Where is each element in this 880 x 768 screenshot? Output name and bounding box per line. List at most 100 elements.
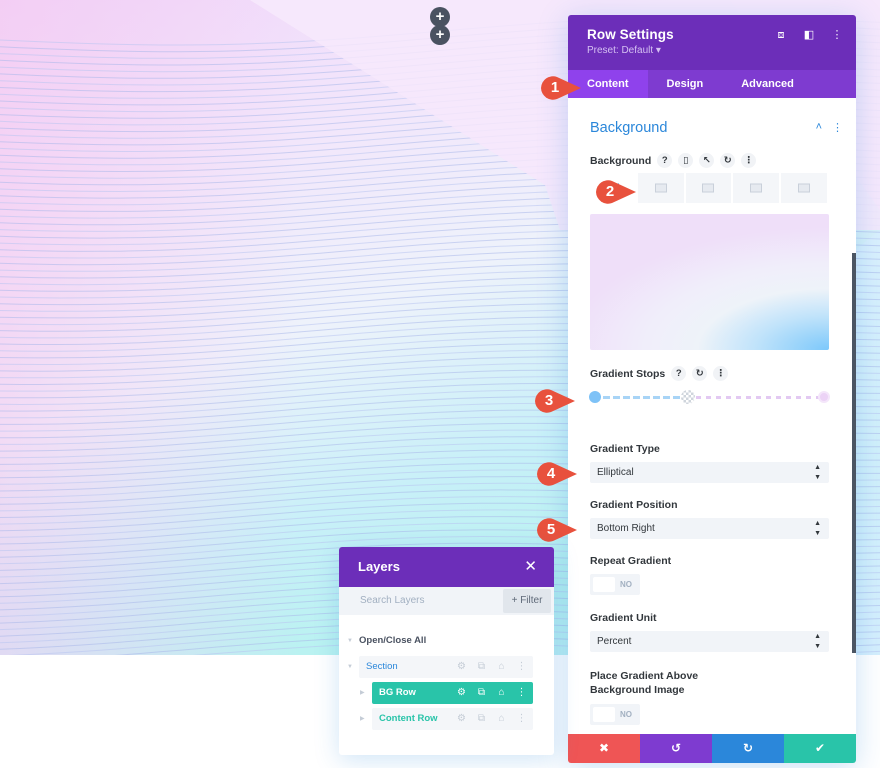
mobile-icon[interactable]: ▯ [678,153,694,168]
more-icon[interactable]: ⋮ [516,708,527,730]
place-gradient-above-toggle[interactable]: NO [590,704,640,725]
layers-title: Layers [358,559,400,574]
layer-item-bg-row[interactable]: ▶ BG Row ⚙ ⧉ ⌂ ⋮ [339,682,554,704]
gradient-stop-end[interactable] [818,391,830,403]
layer-box: BG Row ⚙ ⧉ ⌂ ⋮ [372,682,533,704]
background-label: Background [590,154,652,167]
bg-tab-pattern[interactable] [733,173,782,203]
gradient-type-label: Gradient Type [590,443,660,455]
image-icon [654,183,667,193]
more-icon[interactable]: ⋮ [741,153,757,168]
layer-name: Section [366,661,398,672]
tab-advanced[interactable]: Advanced [722,70,813,98]
bg-tab-mask[interactable] [781,173,829,203]
more-icon[interactable]: ⋮ [516,682,527,704]
mask-icon [798,183,811,193]
settings-header: Row Settings Preset: Default ▾ ⧈ ◧ ⋮ [568,15,856,70]
add-section-button[interactable]: + [430,7,450,27]
label-line-1: Place Gradient Above [590,670,699,682]
delete-icon[interactable]: ⌂ [496,682,507,704]
select-arrows-icon: ▲ ▼ [814,633,821,650]
toggle-knob [593,577,615,592]
callout-badge-5: 5 [533,516,577,544]
reset-icon[interactable]: ↻ [692,366,708,381]
gradient-stops-slider[interactable] [589,389,830,405]
open-close-all-label: Open/Close All [359,635,427,646]
panel-scrollbar[interactable] [852,253,856,653]
select-arrows-icon: ▲ ▼ [814,464,821,481]
toggle-state: NO [620,710,632,719]
expand-icon[interactable]: ⧈ [774,28,788,42]
gradient-position-select[interactable]: Bottom Right ▲ ▼ [590,518,829,539]
help-icon[interactable]: ? [671,366,687,381]
save-button[interactable]: ✔ [784,734,856,763]
duplicate-icon[interactable]: ⧉ [476,708,487,730]
collapse-icon[interactable]: ˄ [816,121,822,134]
settings-footer: ✖ ↺ ↻ ✔ [568,734,856,763]
layer-item-section[interactable]: ▼ Section ⚙ ⧉ ⌂ ⋮ [339,656,554,678]
settings-gear-icon[interactable]: ⚙ [456,708,467,730]
close-icon[interactable]: ✕ [524,547,537,587]
layer-name: BG Row [379,687,416,698]
layer-box: Section ⚙ ⧉ ⌂ ⋮ [359,656,533,678]
gradient-stops-label: Gradient Stops [590,367,666,380]
duplicate-icon[interactable]: ⧉ [476,656,487,678]
settings-gear-icon[interactable]: ⚙ [456,682,467,704]
pattern-icon [750,183,763,193]
gradient-stop-start[interactable] [589,391,601,403]
settings-body: Background ˄ ⋮ Background ? ▯ ↖ ↻ ⋮ Grad… [568,120,856,725]
repeat-gradient-toggle[interactable]: NO [590,574,640,595]
gradient-unit-select[interactable]: Percent ▲ ▼ [590,631,829,652]
background-section-header[interactable]: Background ˄ ⋮ [590,120,843,140]
layer-name: Content Row [379,713,438,724]
bg-tab-video[interactable] [685,173,734,203]
search-layers-input[interactable]: Search Layers [360,587,424,615]
settings-tabs: Content Design Advanced [568,70,856,98]
tab-design[interactable]: Design [648,70,723,98]
repeat-gradient-label: Repeat Gradient [590,555,672,567]
row-settings-panel: Row Settings Preset: Default ▾ ⧈ ◧ ⋮ Con… [568,15,856,763]
callout-badge-4: 4 [533,460,577,488]
reset-icon[interactable]: ↻ [720,153,736,168]
select-value: Bottom Right [597,523,655,534]
add-stop-handle[interactable] [681,390,695,404]
layers-tree: ▼ Open/Close All ▼ Section ⚙ ⧉ ⌂ ⋮ ▶ BG … [339,615,554,730]
more-icon[interactable]: ⋮ [713,366,729,381]
more-options-icon[interactable]: ⋮ [830,28,844,42]
layer-item-content-row[interactable]: ▶ Content Row ⚙ ⧉ ⌂ ⋮ [339,708,554,730]
delete-icon[interactable]: ⌂ [496,656,507,678]
add-row-button[interactable]: + [430,25,450,45]
delete-icon[interactable]: ⌂ [496,708,507,730]
badge-number: 3 [544,392,554,409]
preset-selector[interactable]: Preset: Default ▾ [587,45,856,56]
open-close-all-row[interactable]: ▼ Open/Close All [339,630,554,652]
bg-tab-image[interactable] [637,173,686,203]
settings-gear-icon[interactable]: ⚙ [456,656,467,678]
undo-button[interactable]: ↺ [640,734,712,763]
more-icon[interactable]: ⋮ [516,656,527,678]
cancel-button[interactable]: ✖ [568,734,640,763]
slider-track-right [686,396,826,399]
badge-number: 4 [546,465,556,482]
caret-right-icon: ▶ [360,690,365,696]
builder-stage: + + Row Settings Preset: Default ▾ ⧈ ◧ ⋮… [0,0,880,768]
slider-track-left [593,396,684,399]
help-icon[interactable]: ? [657,153,673,168]
caret-down-icon: ▼ [347,664,353,670]
hover-cursor-icon[interactable]: ↖ [699,153,715,168]
select-arrows-icon: ▲ ▼ [814,520,821,537]
caret-right-icon: ▶ [360,716,365,722]
gradient-preview [590,214,829,350]
section-more-icon[interactable]: ⋮ [832,121,843,134]
filter-button[interactable]: + Filter [503,589,551,613]
layer-box: Content Row ⚙ ⧉ ⌂ ⋮ [372,708,533,730]
toggle-state: NO [620,580,632,589]
redo-button[interactable]: ↻ [712,734,784,763]
gradient-position-label: Gradient Position [590,499,678,511]
callout-badge-1: 1 [537,74,581,102]
split-view-icon[interactable]: ◧ [802,28,816,42]
duplicate-icon[interactable]: ⧉ [476,682,487,704]
callout-badge-3: 3 [531,387,575,415]
gradient-type-select[interactable]: Elliptical ▲ ▼ [590,462,829,483]
label-line-2: Background Image [590,684,685,696]
